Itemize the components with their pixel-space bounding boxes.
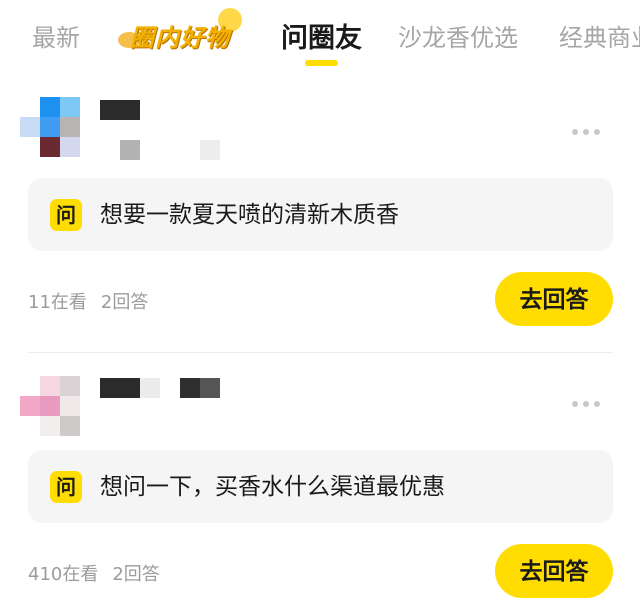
post-stats: 410在看 2回答 — [28, 560, 160, 586]
tab-ask-friends[interactable]: 问圈友 — [281, 16, 362, 55]
question-text: 想问一下，买香水什么渠道最优惠 — [100, 474, 445, 500]
censor-block — [100, 378, 140, 398]
avatar-pixel — [40, 416, 60, 436]
avatar[interactable] — [20, 376, 82, 438]
answer-button[interactable]: 去回答 — [495, 272, 613, 326]
censor-block — [200, 378, 220, 398]
avatar-pixel — [40, 376, 60, 396]
question-post[interactable]: 问 想要一款夏天喷的清新木质香 11在看 2回答 去回答 — [0, 92, 640, 353]
avatar-pixel — [40, 137, 60, 157]
question-badge: 问 — [50, 199, 82, 231]
avatar-pixel — [40, 117, 60, 137]
answer-count: 2回答 — [112, 564, 160, 585]
avatar-pixel — [60, 137, 80, 157]
avatar[interactable] — [20, 97, 82, 159]
avatar-pixel — [40, 97, 60, 117]
active-tab-indicator — [305, 60, 338, 66]
avatar-pixel — [20, 117, 40, 137]
avatar-pixel — [20, 396, 40, 416]
answer-count: 2回答 — [100, 292, 149, 313]
censor-block — [200, 140, 220, 160]
avatar-pixel — [60, 416, 80, 436]
more-horizontal-icon[interactable] — [568, 126, 604, 136]
avatar-pixel — [60, 376, 80, 396]
avatar-pixel — [60, 117, 80, 137]
tab-good-stuff[interactable]: 圈内好物 — [118, 8, 248, 52]
question-text: 想要一款夏天喷的清新木质香 — [100, 202, 399, 228]
avatar-pixel — [60, 396, 80, 416]
question-card[interactable]: 问 想要一款夏天喷的清新木质香 — [28, 178, 613, 251]
question-badge: 问 — [50, 471, 82, 503]
post-stats: 11在看 2回答 — [28, 288, 148, 314]
censor-block — [180, 378, 200, 398]
answer-button[interactable]: 去回答 — [495, 544, 613, 598]
username-censored[interactable] — [100, 378, 240, 440]
username-censored[interactable] — [100, 100, 240, 162]
tab-bar: 最新 圈内好物 问圈友 沙龙香优选 经典商业 — [0, 0, 640, 70]
avatar-pixel — [60, 97, 80, 117]
censor-block — [120, 140, 140, 160]
tab-latest[interactable]: 最新 — [32, 18, 80, 53]
censor-block — [140, 378, 160, 398]
question-card[interactable]: 问 想问一下，买香水什么渠道最优惠 — [28, 450, 613, 523]
censor-block — [100, 100, 140, 120]
avatar-pixel — [40, 396, 60, 416]
tab-salon-picks[interactable]: 沙龙香优选 — [398, 18, 518, 53]
good-stuff-logo-text: 圈内好物 — [130, 24, 230, 52]
question-post[interactable]: 问 想问一下，买香水什么渠道最优惠 410在看 2回答 去回答 — [0, 362, 640, 603]
view-count: 11在看 — [28, 292, 87, 313]
view-count: 410在看 — [28, 564, 99, 585]
more-horizontal-icon[interactable] — [568, 398, 604, 408]
divider — [28, 352, 613, 353]
tab-classic-commercial[interactable]: 经典商业 — [559, 18, 640, 53]
